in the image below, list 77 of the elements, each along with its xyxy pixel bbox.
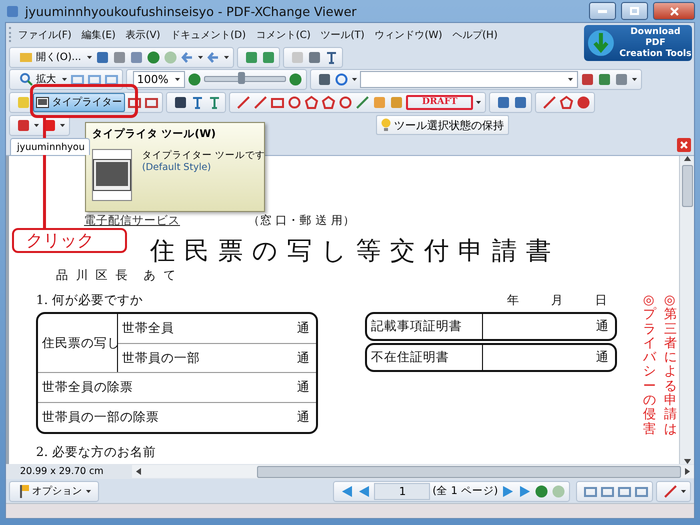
menu-item[interactable]: ツール(T) — [316, 23, 370, 47]
tooltip-description: タイプライター ツールです — [142, 149, 266, 162]
document-tab[interactable]: jyuuminnhyou — [10, 138, 90, 155]
search-engine-icon[interactable] — [334, 72, 350, 86]
unit-label: 通 — [297, 350, 311, 366]
close-button[interactable] — [653, 2, 695, 20]
click-callout: クリック — [12, 228, 127, 253]
maximize-icon — [630, 7, 639, 15]
tooltip-style: (Default Style) — [142, 162, 212, 173]
maximize-button[interactable] — [621, 2, 648, 20]
zoom-field[interactable]: 100% — [133, 70, 186, 88]
menu-item[interactable]: ファイル(F) — [13, 23, 77, 47]
close-tab-button[interactable] — [677, 138, 691, 152]
close-icon — [680, 141, 688, 149]
table-cell: 住民票の写し — [38, 314, 118, 372]
search-field[interactable] — [360, 70, 578, 88]
page-number-field[interactable]: 1 — [374, 482, 430, 500]
window-title: jyuuminnhyoukoufushinseisyo - PDF-XChange Viewer — [25, 4, 358, 18]
next-page-icon[interactable] — [500, 484, 515, 498]
date-label: 年 — [507, 292, 519, 309]
section-heading: 1. 何が必要ですか — [36, 292, 143, 309]
last-page-icon[interactable] — [517, 484, 532, 498]
usage-label: （窓 口・郵 送 用） — [248, 213, 355, 228]
scroll-right-icon[interactable] — [685, 468, 690, 475]
download-banner[interactable]: Download PDF Creation Tools — [584, 25, 692, 61]
addressee-text: 品 川 区 長 あ て — [56, 267, 178, 284]
magnifier-icon — [19, 72, 33, 86]
horizontal-scrollbar[interactable] — [132, 465, 694, 478]
section-heading: 2. 必要な方のお名前 — [36, 444, 156, 461]
date-label: 月 — [551, 292, 563, 309]
unit-label: 通 — [297, 409, 311, 426]
oval-icon[interactable] — [287, 94, 302, 110]
polygon-icon[interactable] — [304, 94, 319, 110]
stamp-preview[interactable]: DRAFT — [406, 94, 474, 110]
line-icon[interactable] — [253, 94, 268, 110]
page-count-label: (全 1 ページ) — [432, 484, 498, 498]
keep-tool-selected-button[interactable]: ツール選択状態の保持 — [376, 115, 509, 135]
service-link[interactable]: 電子配信サービス — [84, 213, 180, 228]
menu-item[interactable]: ヘルプ(H) — [447, 23, 503, 47]
table-cell: 記載事項証明書 — [367, 314, 483, 339]
menu-item[interactable]: 表示(V) — [120, 23, 166, 47]
table-cell-text: 世帯全員 — [121, 319, 175, 337]
minimize-button[interactable] — [589, 2, 616, 20]
underline-icon[interactable] — [207, 94, 222, 110]
form-title: 住民票の写し等交付申請書 — [150, 235, 561, 267]
unit-label: 通 — [297, 379, 311, 396]
typewriter-button[interactable]: タイプライター — [33, 92, 125, 112]
date-label: 日 — [595, 292, 607, 309]
flag-icon — [19, 484, 29, 498]
tooltip-title: タイプライタ ツール(W) — [92, 127, 217, 141]
note-text: ◎第三者による申請は — [664, 294, 677, 439]
table-cell-text: 世帯員の一部の除票 — [41, 408, 160, 426]
unit-label: 通 — [596, 318, 610, 335]
menu-item[interactable]: コメント(C) — [250, 23, 316, 47]
globe-download-icon — [586, 28, 616, 58]
strikeout-icon[interactable] — [190, 94, 205, 110]
table-cell-text: 世帯員の一部 — [121, 348, 201, 366]
vertical-scrollbar[interactable] — [679, 156, 694, 464]
close-icon — [670, 6, 678, 16]
unit-label: 通 — [297, 320, 311, 337]
pentagon-icon[interactable] — [321, 94, 336, 110]
menu-item[interactable]: ウィンドウ(W) — [370, 23, 448, 47]
table-cell-text: 世帯全員の除票 — [41, 378, 134, 396]
menu-item[interactable]: ドキュメント(D) — [165, 23, 251, 47]
note-text: ◎プライバシーの侵害 — [643, 294, 656, 439]
table-cell: 不在住証明書 — [367, 345, 483, 370]
unit-label: 通 — [596, 349, 610, 366]
page-size-label: 20.99 x 29.70 cm — [19, 466, 105, 477]
scroll-up-icon[interactable] — [684, 156, 690, 161]
minimize-icon — [598, 10, 607, 12]
scroll-thumb[interactable] — [682, 165, 692, 207]
lightbulb-icon — [381, 118, 391, 132]
scroll-left-icon[interactable] — [136, 468, 141, 475]
menu-item[interactable]: 編集(E) — [76, 23, 121, 47]
typewriter-icon — [36, 96, 49, 108]
typewriter-preview-icon — [92, 149, 132, 201]
folder-icon — [19, 50, 33, 64]
